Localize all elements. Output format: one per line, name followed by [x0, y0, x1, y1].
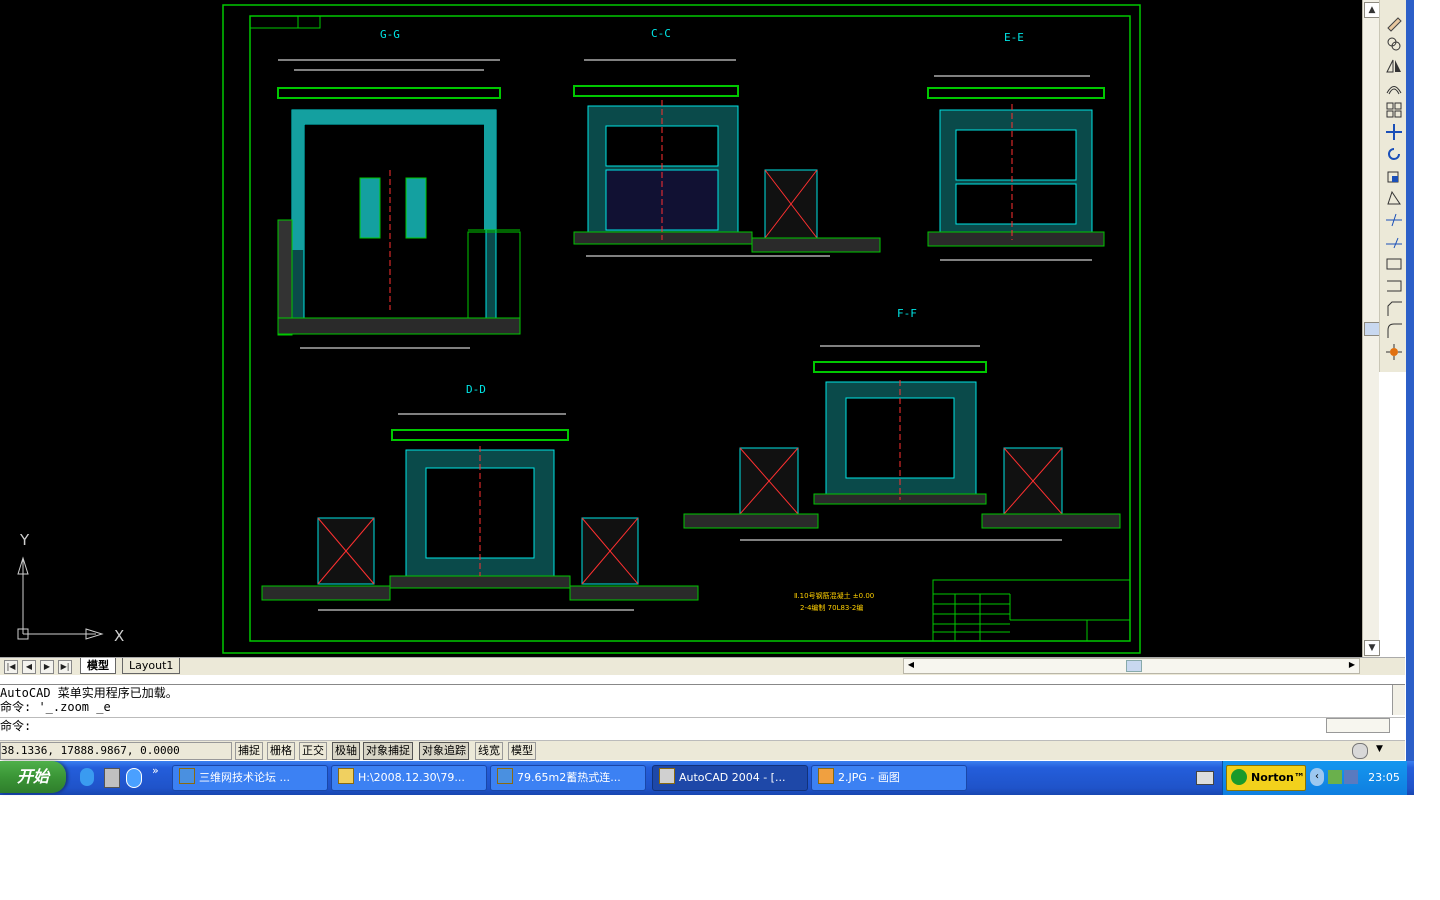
break-at-point-icon[interactable] — [1384, 276, 1404, 296]
section-e-e: E-E — [927, 31, 1105, 261]
osnap-button[interactable]: 对象捕捉 — [363, 742, 413, 760]
task-document-label: 79.65m2蓄热式连... — [517, 771, 621, 784]
vertical-scrollbar[interactable]: ▲ ▼ — [1362, 0, 1380, 657]
scroll-thumb[interactable] — [1364, 322, 1380, 336]
drawing-note-1: Ⅱ.10号钢筋混凝土 ±0.00 — [794, 591, 874, 600]
command-prompt[interactable]: 命令: — [0, 719, 31, 733]
view-label-c-c: C-C — [651, 27, 671, 40]
norton-label: Norton™ — [1251, 771, 1305, 784]
snap-button[interactable]: 捕捉 — [235, 742, 263, 760]
task-forum-label: 三维网技术论坛 ... — [199, 771, 290, 784]
coordinate-readout: 38.1336, 17888.9867, 0.0000 — [0, 742, 232, 760]
norton-button[interactable]: Norton™ — [1226, 765, 1306, 791]
first-tab-icon[interactable]: |◀ — [4, 660, 18, 674]
command-history-2: 命令: '_.zoom _e — [0, 700, 111, 714]
autocad-icon — [659, 768, 675, 784]
last-tab-icon[interactable]: ▶| — [58, 660, 72, 674]
folder-icon — [338, 768, 354, 784]
fillet-icon[interactable] — [1384, 320, 1404, 340]
show-desktop-icon[interactable] — [104, 768, 120, 788]
task-folder[interactable]: H:\2008.12.30\79... — [331, 765, 487, 791]
move-icon[interactable] — [1384, 122, 1404, 142]
view-label-d-d: D-D — [466, 383, 486, 396]
paint-icon — [818, 768, 834, 784]
otrack-button[interactable]: 对象追踪 — [419, 742, 469, 760]
model-space-button[interactable]: 模型 — [508, 742, 536, 760]
ie-window-icon-2 — [497, 768, 513, 784]
view-label-g-g: G-G — [380, 28, 400, 41]
stretch-icon[interactable] — [1384, 188, 1404, 208]
explode-icon[interactable] — [1384, 342, 1404, 362]
status-bar: 38.1336, 17888.9867, 0.0000 捕捉 栅格 正交 极轴 … — [0, 740, 1405, 760]
task-paint[interactable]: 2.JPG - 画图 — [811, 765, 967, 791]
erase-icon[interactable] — [1384, 12, 1404, 32]
section-g-g: G-G — [277, 28, 521, 349]
internet-explorer-icon[interactable] — [80, 768, 94, 786]
drawing-canvas[interactable]: G-G C-C E-E F-F D-D Ⅱ.10号钢筋混凝土 ±0.00 2-4… — [0, 0, 1362, 657]
section-d-d: D-D — [261, 383, 699, 611]
scroll-right-icon[interactable]: ▶ — [1346, 659, 1358, 671]
tray-collapse-icon[interactable]: ‹ — [1310, 768, 1324, 786]
status-menu-icon[interactable]: ▼ — [1376, 744, 1383, 754]
norton-check-icon — [1231, 769, 1247, 785]
view-label-e-e: E-E — [1004, 31, 1024, 44]
view-label-f-f: F-F — [897, 307, 917, 320]
copy-icon[interactable] — [1384, 34, 1404, 54]
grid-button[interactable]: 栅格 — [267, 742, 295, 760]
quicklaunch-expand-icon[interactable]: » — [152, 764, 159, 777]
section-c-c: C-C — [573, 27, 881, 257]
scroll-left-icon[interactable]: ◀ — [905, 659, 917, 671]
task-autocad[interactable]: AutoCAD 2004 - [... — [652, 765, 808, 791]
offset-icon[interactable] — [1384, 78, 1404, 98]
task-forum[interactable]: 三维网技术论坛 ... — [172, 765, 328, 791]
command-window: AutoCAD 菜单实用程序已加载。 命令: '_.zoom _e 命令: — [0, 684, 1405, 741]
keyboard-icon[interactable] — [1196, 771, 1214, 785]
scroll-up-icon[interactable]: ▲ — [1364, 2, 1380, 18]
section-f-f: F-F — [683, 307, 1121, 541]
ortho-button[interactable]: 正交 — [299, 742, 327, 760]
task-paint-label: 2.JPG - 画图 — [838, 771, 900, 784]
break-icon[interactable] — [1384, 254, 1404, 274]
modify-toolbar — [1379, 0, 1408, 372]
trim-icon[interactable] — [1384, 210, 1404, 230]
tab-model[interactable]: 模型 — [80, 658, 116, 674]
drawing-note-2: 2-4编制 70L83-2编 — [800, 603, 863, 612]
sheet-tag — [249, 15, 321, 29]
scroll-down-icon[interactable]: ▼ — [1364, 640, 1380, 656]
command-vscroll[interactable] — [1392, 685, 1405, 715]
next-tab-icon[interactable]: ▶ — [40, 660, 54, 674]
cad-drawing: G-G C-C E-E F-F D-D Ⅱ.10号钢筋混凝土 ±0.00 2-4… — [17, 4, 1141, 654]
ucs-y-label: Y — [19, 531, 30, 549]
polar-button[interactable]: 极轴 — [332, 742, 360, 760]
rotate-icon[interactable] — [1384, 144, 1404, 164]
ie-window-icon — [179, 768, 195, 784]
lineweight-button[interactable]: 线宽 — [475, 742, 503, 760]
task-folder-label: H:\2008.12.30\79... — [358, 771, 465, 784]
comm-center-icon[interactable] — [1352, 743, 1368, 759]
command-hscroll[interactable] — [1326, 718, 1390, 733]
extend-icon[interactable] — [1384, 232, 1404, 252]
task-autocad-label: AutoCAD 2004 - [... — [679, 771, 786, 784]
taskbar-clock[interactable]: 23:05 — [1362, 761, 1406, 795]
tray-network-icon[interactable] — [1328, 770, 1342, 784]
window-right-edge — [1406, 0, 1414, 795]
mirror-icon[interactable] — [1384, 56, 1404, 76]
tab-layout1[interactable]: Layout1 — [122, 658, 181, 674]
start-button[interactable]: 开始 — [0, 761, 66, 793]
horizontal-scrollbar[interactable]: ◀ ▶ — [903, 658, 1360, 674]
hscroll-thumb[interactable] — [1126, 660, 1142, 672]
task-document[interactable]: 79.65m2蓄热式连... — [490, 765, 646, 791]
ucs-x-label: X — [114, 627, 124, 645]
prev-tab-icon[interactable]: ◀ — [22, 660, 36, 674]
command-history-1: AutoCAD 菜单实用程序已加载。 — [0, 686, 178, 700]
ucs-icon — [17, 556, 104, 640]
tray-monitor-icon[interactable] — [1344, 770, 1358, 784]
chamfer-icon[interactable] — [1384, 298, 1404, 318]
title-block — [932, 579, 1131, 642]
media-player-icon[interactable] — [126, 768, 142, 788]
scale-icon[interactable] — [1384, 166, 1404, 186]
array-icon[interactable] — [1384, 100, 1404, 120]
